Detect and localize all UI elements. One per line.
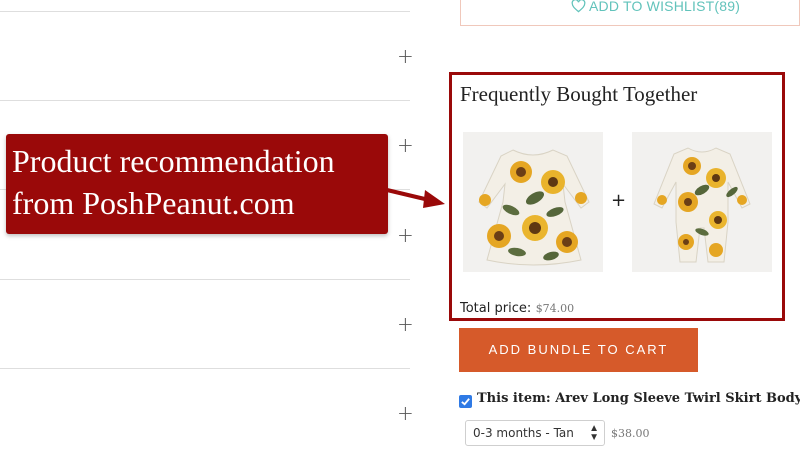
- this-item-label: This item: Arev Long Sleeve Twirl Skirt …: [477, 391, 800, 406]
- accordion-expand-icon[interactable]: +: [397, 46, 414, 66]
- accordion-expand-icon[interactable]: +: [397, 314, 414, 334]
- product-image-footie[interactable]: [632, 132, 772, 272]
- wishlist-count: (89): [714, 0, 741, 14]
- callout-arrow-icon: [386, 188, 445, 208]
- fbt-title: Frequently Bought Together: [460, 82, 698, 106]
- this-item-checkbox[interactable]: [459, 395, 472, 408]
- accordion-divider: [0, 11, 410, 12]
- accordion-divider: [0, 100, 410, 101]
- callout-line-1: Product recommendation: [12, 143, 335, 179]
- add-to-wishlist-link[interactable]: ADD TO WISHLIST(89): [571, 0, 740, 14]
- accordion-expand-icon[interactable]: +: [397, 225, 414, 245]
- size-select[interactable]: 0-3 months - Tan ▲ ▼: [465, 420, 605, 446]
- callout-box: Product recommendation from PoshPeanut.c…: [6, 134, 388, 234]
- heart-icon: [571, 0, 586, 13]
- frequently-bought-together: Frequently Bought Together + Total price…: [449, 72, 785, 321]
- callout-line-2: from PoshPeanut.com: [12, 185, 295, 221]
- total-price-label: Total price:: [460, 301, 532, 316]
- checkmark-icon: [461, 398, 470, 406]
- accordion-divider: [0, 279, 410, 280]
- accordion-expand-icon[interactable]: +: [397, 135, 414, 155]
- callout-text: Product recommendation from PoshPeanut.c…: [12, 140, 335, 224]
- add-bundle-to-cart-button[interactable]: ADD BUNDLE TO CART: [459, 328, 698, 372]
- select-caret-icon: ▲ ▼: [589, 423, 599, 443]
- product-image-twirl-dress[interactable]: [463, 132, 603, 272]
- bundle-plus-icon: +: [611, 190, 627, 211]
- accordion-divider: [0, 368, 410, 369]
- total-price-row: Total price: $74.00: [460, 299, 574, 317]
- total-price-value: $74.00: [535, 302, 575, 315]
- wishlist-box: ADD TO WISHLIST(89): [460, 0, 800, 26]
- wishlist-label: ADD TO WISHLIST: [589, 0, 715, 14]
- size-selected-value: 0-3 months - Tan: [473, 426, 574, 440]
- item-price: $38.00: [611, 427, 650, 440]
- accordion-expand-icon[interactable]: +: [397, 403, 414, 423]
